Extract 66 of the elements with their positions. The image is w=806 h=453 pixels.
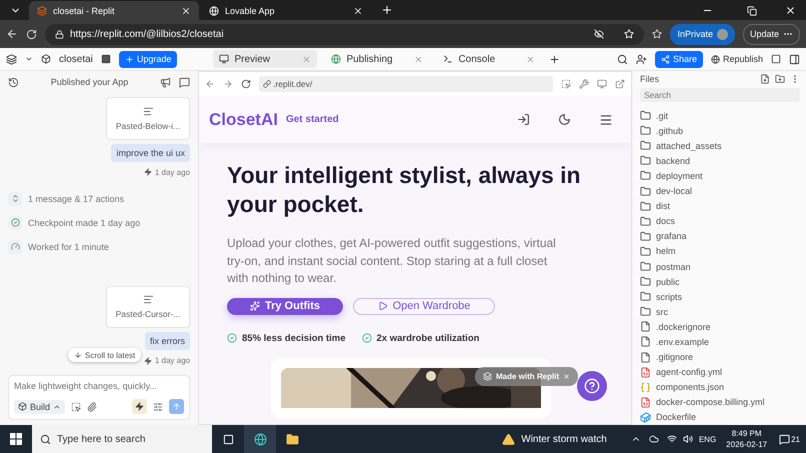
brand-logo[interactable]: ClosetAI <box>209 110 278 130</box>
file-item[interactable]: docs <box>640 214 800 229</box>
made-with-replit-badge[interactable]: Made with Replit <box>475 367 578 386</box>
file-item[interactable]: Dockerfile <box>640 410 800 425</box>
scroll-to-latest-button[interactable]: Scroll to latest <box>68 348 142 362</box>
pane-tab[interactable]: Preview <box>213 50 318 68</box>
attachment-card[interactable]: Pasted-Cursor-... <box>106 286 190 328</box>
user-message: improve the ui ux <box>111 144 190 162</box>
files-title: Files <box>640 74 660 84</box>
mode-button[interactable]: Build <box>14 400 66 414</box>
taskbar-search[interactable]: Type here to search <box>32 425 212 453</box>
chat-title: Published your App <box>50 77 130 87</box>
notifications-button[interactable]: 21 <box>779 434 800 444</box>
file-item[interactable]: agent-config.yml <box>640 364 800 380</box>
tab-title: closetai - Replit <box>53 6 115 16</box>
file-item[interactable]: src <box>640 304 800 320</box>
step-text: Worked for 1 minute <box>28 242 109 252</box>
browser-tab[interactable]: closetai - Replit <box>29 1 199 20</box>
file-item[interactable]: .env.example <box>640 334 800 350</box>
file-item[interactable]: docker-compose.billing.yml <box>640 394 800 410</box>
file-item[interactable]: postman <box>640 258 800 274</box>
file-item[interactable]: scripts <box>640 289 800 304</box>
pane-tab[interactable]: Publishing <box>325 50 430 68</box>
hero-headline: Your intelligent stylist, always in your pocket. <box>227 161 582 219</box>
attachment-card[interactable]: Pasted-Below-i... <box>106 97 190 140</box>
file-item[interactable]: backend <box>640 153 800 168</box>
inprivate-button[interactable]: InPrivate <box>670 24 735 44</box>
url-text: https://replit.com/@lilbios2/closetai <box>70 28 224 40</box>
file-item[interactable]: public <box>640 274 800 290</box>
language-indicator[interactable]: ENG <box>698 434 716 444</box>
update-button[interactable]: Update <box>742 24 800 44</box>
file-item[interactable]: dev-local <box>640 184 800 199</box>
file-item[interactable]: .github <box>640 123 800 138</box>
stat-text: 2x wardrobe utilization <box>376 332 480 344</box>
weather-text: Winter storm watch <box>521 434 607 444</box>
file-item[interactable]: .git <box>640 108 800 124</box>
search-field[interactable]: Search <box>640 88 800 102</box>
file-item[interactable]: components.json <box>640 380 800 395</box>
address-bar[interactable]: https://replit.com/@lilbios2/closetai <box>45 24 644 44</box>
pane-tab[interactable]: Console <box>437 50 542 68</box>
file-item[interactable]: .dockerignore <box>640 319 800 334</box>
user-message: fix errors <box>144 332 190 350</box>
message-input[interactable]: Make lightweight changes, quickly... <box>14 381 184 392</box>
try-outfits-button[interactable]: Try Outfits <box>227 298 343 314</box>
tab-title: Lovable App <box>225 6 275 16</box>
step-text: Checkpoint made 1 day ago <box>28 218 140 228</box>
file-item[interactable]: attached_assets <box>640 138 800 154</box>
file-item[interactable]: dist <box>640 198 800 214</box>
clock[interactable]: 8:49 PM 2026-02-17 <box>726 428 768 450</box>
republish-button[interactable]: Republish <box>710 54 763 64</box>
project-name: closetai <box>59 54 93 64</box>
message-time: 1 day ago <box>154 168 190 177</box>
hero-subtitle: Upload your clothes, get AI-powered outfit suggestions, virtual try-on, and instant social content. Stop staring at a full closet with nothing to wear. <box>227 235 557 287</box>
url-field[interactable]: .replit.dev/ <box>259 76 553 92</box>
file-item[interactable]: .gitignore <box>640 350 800 365</box>
open-wardrobe-button[interactable]: Open Wardrobe <box>353 298 495 314</box>
file-item[interactable]: grafana <box>640 228 800 244</box>
browser-tab[interactable]: Lovable App <box>201 1 371 20</box>
file-item[interactable]: deployment <box>640 168 800 184</box>
get-started-link[interactable]: Get started <box>286 114 339 125</box>
file-item[interactable]: helm <box>640 244 800 259</box>
message-time: 1 day ago <box>154 356 190 366</box>
share-button[interactable]: Share <box>654 50 703 68</box>
upgrade-button[interactable]: Upgrade <box>118 50 178 68</box>
step-text: 1 message & 17 actions <box>28 194 124 204</box>
stat-text: 85% less decision time <box>242 332 346 344</box>
